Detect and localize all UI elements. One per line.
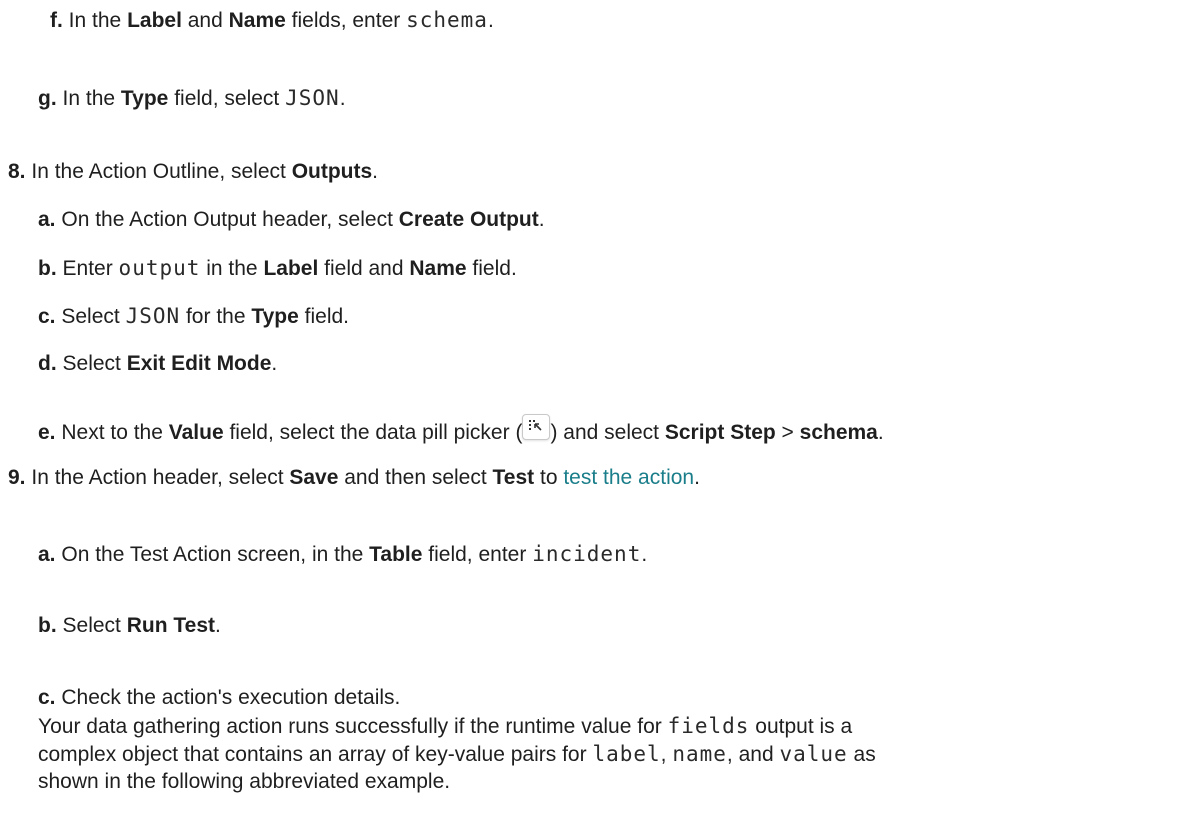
code-value: incident: [532, 542, 642, 566]
ui-term: Outputs: [291, 160, 373, 183]
ui-term: Label: [127, 9, 182, 32]
data-pill-picker-icon: [522, 414, 551, 440]
step-text: and then select: [338, 466, 493, 489]
step-text: field, enter: [422, 543, 533, 566]
step-text: .: [215, 614, 221, 637]
ui-term: Run Test: [126, 614, 215, 637]
code-value: label: [592, 742, 661, 766]
step-marker: b.: [38, 614, 57, 637]
step-marker: e.: [38, 421, 56, 444]
step-marker: d.: [38, 352, 57, 375]
step-text: complex object that contains an array of…: [38, 743, 593, 766]
ui-term: Script Step: [664, 421, 776, 444]
step-8c: c. Select JSON for the Type field.: [38, 302, 349, 331]
ui-term: schema: [799, 421, 878, 444]
step-text: fields, enter: [285, 9, 407, 32]
code-value: name: [672, 742, 727, 766]
step-text: .: [538, 208, 545, 231]
step-text: field, select the data pill picker (: [223, 421, 523, 444]
step-text: in the: [200, 257, 264, 280]
code-value: schema: [406, 8, 488, 32]
step-9b: b. Select Run Test.: [38, 612, 221, 640]
step-text: In the Action header, select: [31, 466, 290, 489]
code-value: fields: [667, 714, 750, 738]
step-9c-detail-2: complex object that contains an array of…: [38, 740, 876, 769]
code-value: JSON: [285, 86, 340, 110]
step-marker: c.: [38, 305, 56, 328]
step-text: output is a: [749, 715, 853, 738]
step-text: In the Action Outline, select: [31, 160, 292, 183]
step-9: 9. In the Action header, select Save and…: [8, 464, 700, 492]
code-value: JSON: [125, 304, 181, 328]
ui-term: Name: [409, 257, 467, 280]
step-text: to: [534, 466, 564, 489]
step-8e: e. Next to the Value field, select the d…: [38, 414, 884, 447]
ui-term: Table: [369, 543, 423, 566]
ui-term: Create Output: [398, 208, 539, 231]
ui-term: Type: [120, 87, 169, 110]
step-marker: b.: [38, 257, 57, 280]
ui-term: Value: [168, 421, 224, 444]
step-marker: a.: [38, 543, 56, 566]
step-text: Enter: [62, 257, 119, 280]
step-text: >: [775, 421, 800, 444]
step-text: Select: [62, 352, 127, 375]
step-text: ,: [660, 743, 673, 766]
ui-term: Save: [289, 466, 339, 489]
step-9c: c. Check the action's execution details.: [38, 684, 400, 712]
step-text: .: [271, 352, 278, 375]
step-text: In the: [68, 9, 128, 32]
step-marker: a.: [38, 208, 56, 231]
step-marker: 9.: [8, 466, 26, 489]
step-text: Check the action's execution details.: [61, 686, 401, 709]
code-value: value: [779, 742, 848, 766]
step-text: .: [339, 87, 346, 110]
step-text: On the Action Output header, select: [61, 208, 399, 231]
step-text: .: [694, 466, 700, 489]
step-text: field and: [318, 257, 410, 280]
step-text: .: [877, 421, 884, 444]
step-g: g. In the Type field, select JSON.: [38, 84, 346, 113]
step-text: Next to the: [61, 421, 169, 444]
step-text: shown in the following abbreviated examp…: [38, 770, 451, 793]
step-text: for the: [180, 305, 252, 328]
step-9c-detail-3: shown in the following abbreviated examp…: [38, 768, 450, 796]
step-8a: a. On the Action Output header, select C…: [38, 206, 545, 234]
step-text: field, select: [168, 87, 286, 110]
ui-term: Test: [492, 466, 535, 489]
ui-term: Name: [228, 9, 286, 32]
step-marker: 8.: [8, 160, 26, 183]
step-8d: d. Select Exit Edit Mode.: [38, 350, 277, 378]
step-text: Select: [62, 614, 127, 637]
step-text: Select: [61, 305, 126, 328]
ui-term: Exit Edit Mode: [126, 352, 272, 375]
step-marker: f.: [50, 9, 63, 32]
step-9c-detail-1: Your data gathering action runs successf…: [38, 712, 852, 741]
step-text: and: [181, 9, 229, 32]
step-f: f. In the Label and Name fields, enter s…: [50, 6, 494, 35]
ui-term: Type: [251, 305, 299, 328]
step-text: .: [487, 9, 494, 32]
step-text: On the Test Action screen, in the: [61, 543, 370, 566]
step-text: ) and select: [550, 421, 665, 444]
step-text: .: [641, 543, 648, 566]
step-text: .: [372, 160, 379, 183]
step-text: , and: [726, 743, 780, 766]
step-marker: c.: [38, 686, 56, 709]
step-marker: g.: [38, 87, 57, 110]
step-text: field.: [298, 305, 350, 328]
step-text: field.: [466, 257, 517, 280]
step-text: Your data gathering action runs successf…: [38, 715, 668, 738]
step-8b: b. Enter output in the Label field and N…: [38, 254, 517, 283]
step-8: 8. In the Action Outline, select Outputs…: [8, 158, 378, 186]
step-text: as: [847, 743, 876, 766]
ui-term: Label: [263, 257, 319, 280]
code-value: output: [118, 256, 201, 280]
step-text: In the: [62, 87, 121, 110]
test-action-link[interactable]: test the action: [563, 466, 694, 489]
step-9a: a. On the Test Action screen, in the Tab…: [38, 540, 647, 569]
